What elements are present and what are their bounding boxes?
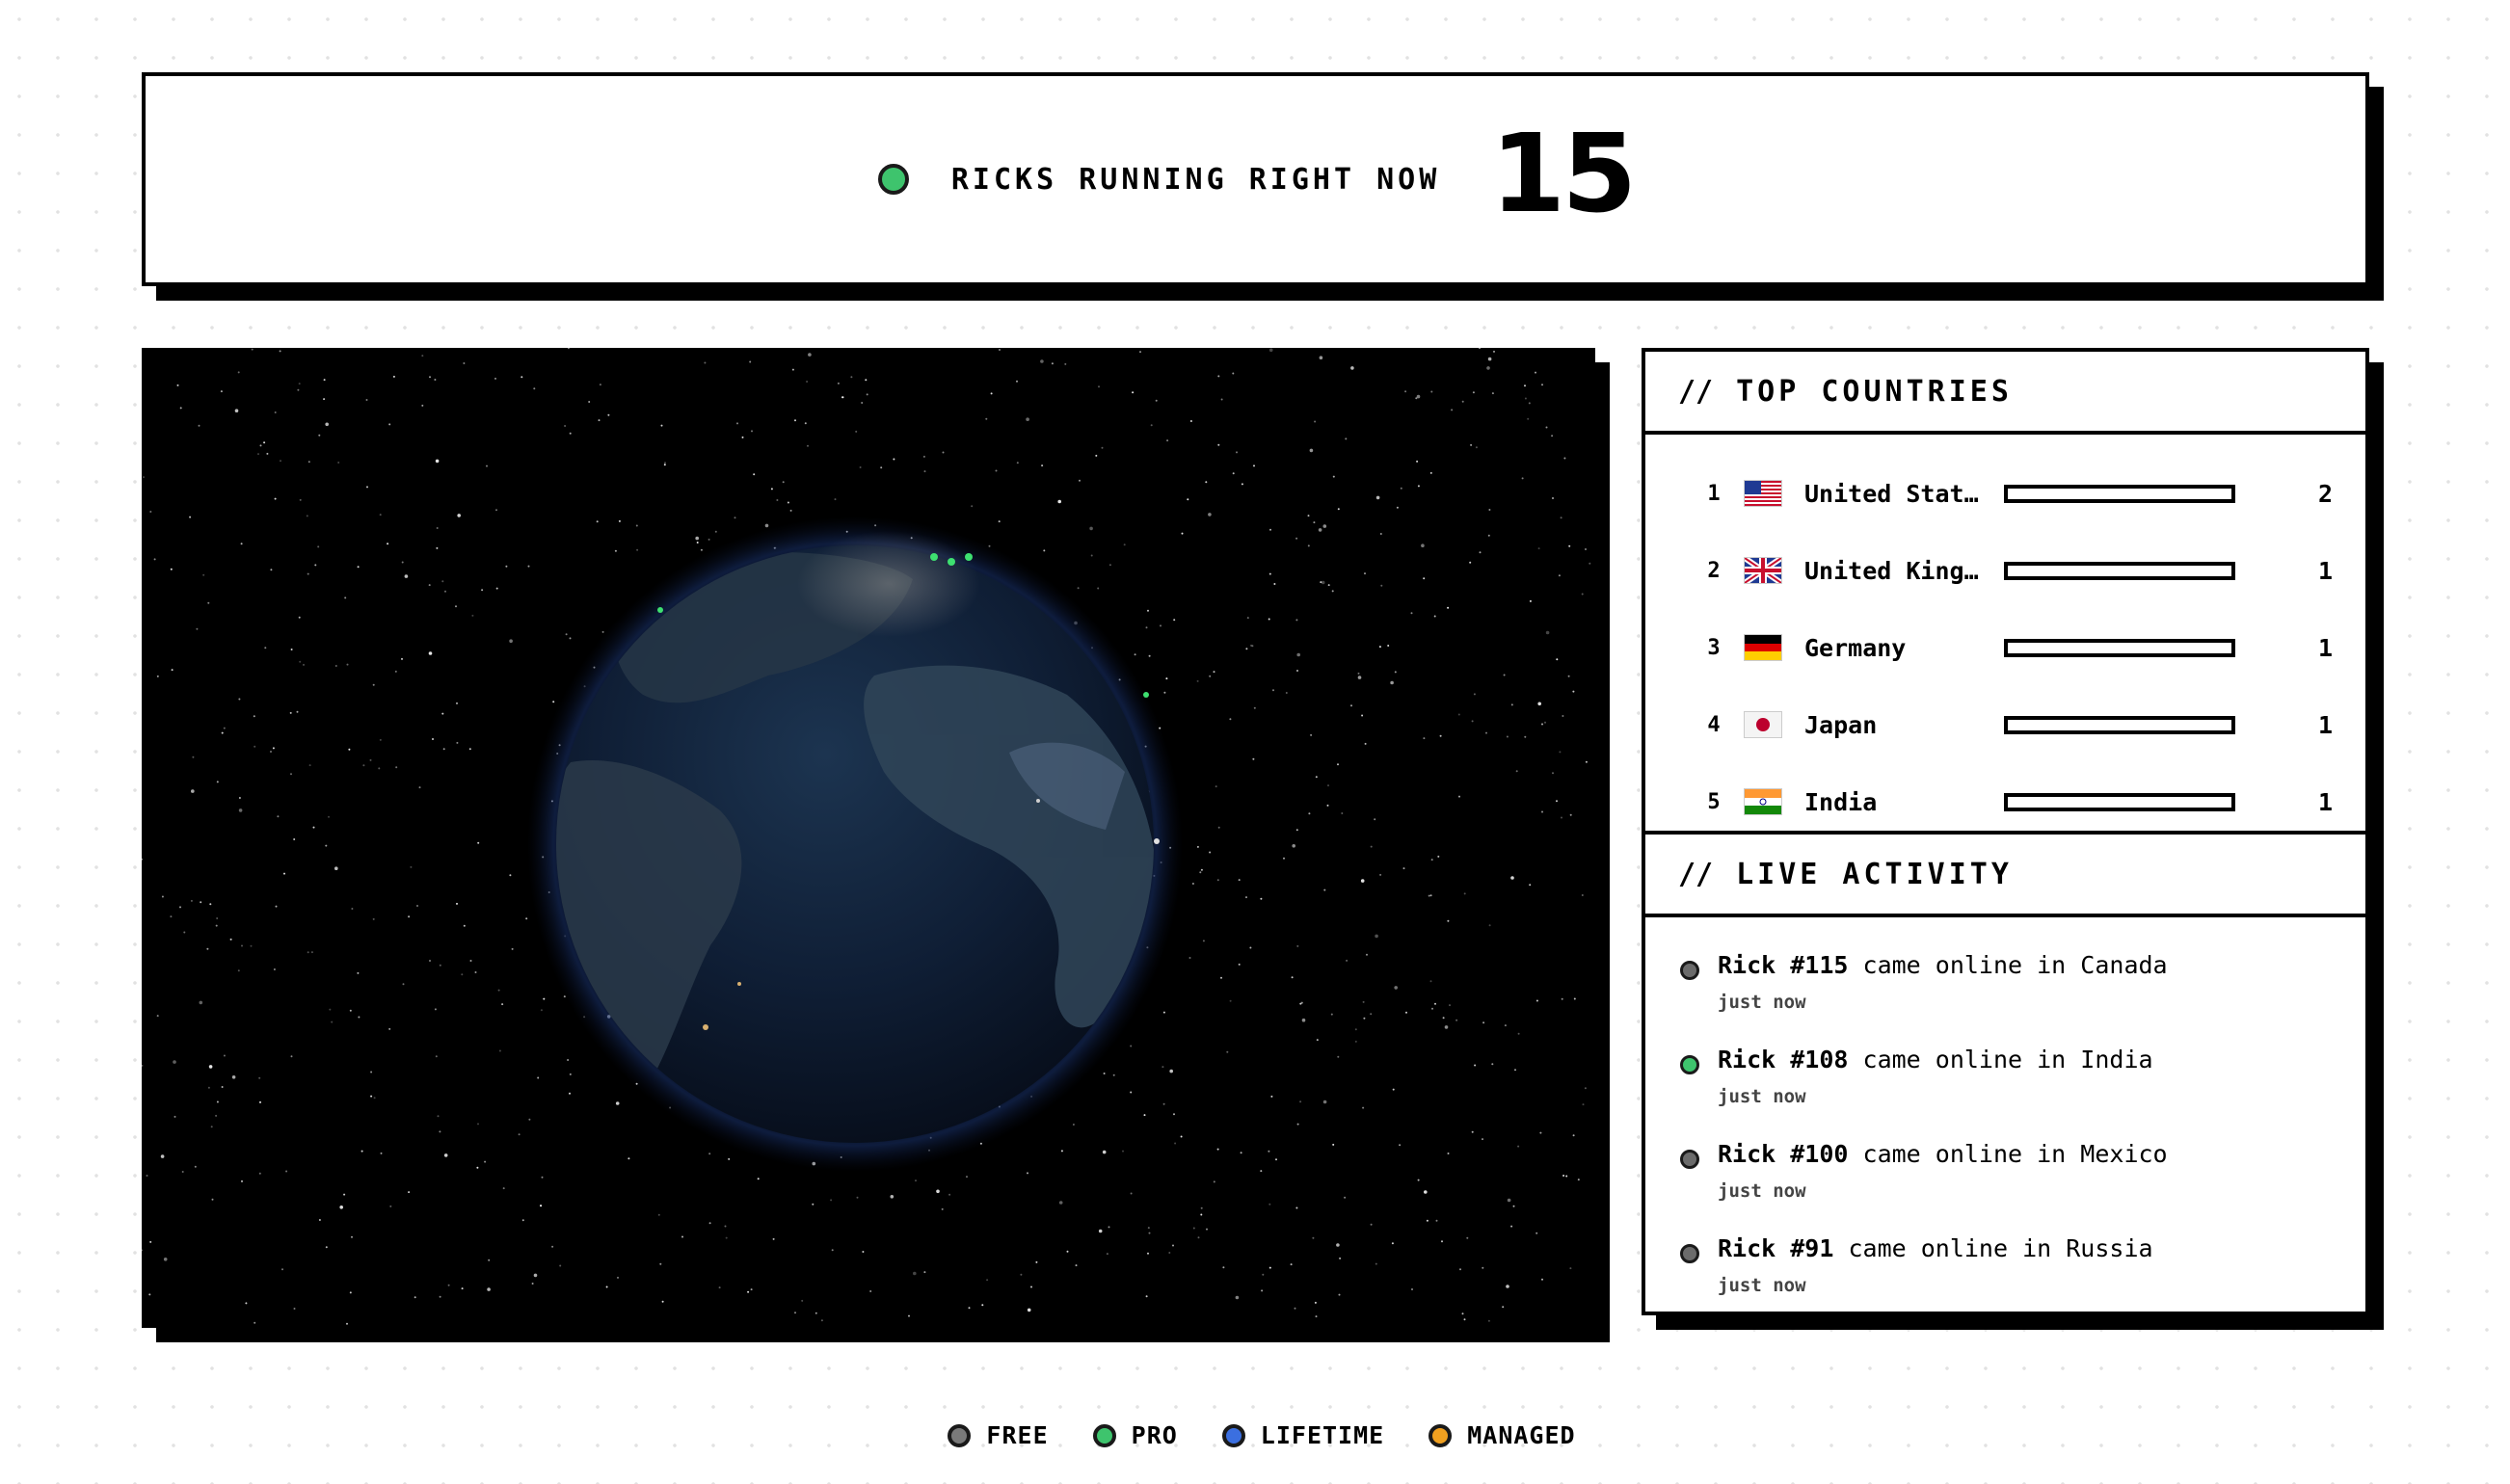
- rick-id: Rick #115: [1718, 951, 1849, 979]
- activity-text: came online in Russia: [1833, 1234, 2153, 1262]
- country-count: 1: [2317, 710, 2333, 739]
- activity-item: Rick #100 came online in Mexico just now: [1645, 1136, 2365, 1213]
- country-name: Germany: [1804, 633, 1907, 662]
- activity-message: Rick #115 came online in Canada: [1718, 951, 2168, 979]
- tier-dot-icon: [1680, 1055, 1699, 1074]
- legend-item-pro: PRO: [1092, 1421, 1178, 1449]
- country-count: 2: [2317, 479, 2333, 508]
- legend-item-lifetime: LIFETIME: [1221, 1421, 1385, 1449]
- tier-legend: FREE PRO LIFETIME MANAGED: [13, 1421, 2510, 1449]
- country-row: 5 India 1: [1645, 782, 2365, 821]
- live-activity-header: // LIVE ACTIVITY: [1645, 831, 2365, 917]
- legend-dot-icon: [948, 1423, 972, 1447]
- legend-dot-icon: [1221, 1423, 1245, 1447]
- country-name: United Stat…: [1804, 479, 1979, 508]
- activity-item: Rick #108 came online in India just now: [1645, 1042, 2365, 1119]
- country-name: Japan: [1804, 710, 1878, 739]
- country-rank: 2: [1707, 558, 1721, 583]
- country-row: 2 United King… 1: [1645, 551, 2365, 590]
- country-row: 1 United Stat… 2: [1645, 474, 2365, 513]
- activity-time: just now: [1718, 1180, 1806, 1202]
- legend-dot-icon: [1092, 1423, 1116, 1447]
- live-status-dot-icon: [877, 164, 909, 195]
- country-rank: 4: [1707, 712, 1721, 737]
- country-name: India: [1804, 787, 1878, 816]
- legend-dot-icon: [1429, 1423, 1453, 1447]
- activity-text: came online in Mexico: [1848, 1140, 2168, 1168]
- live-count-header: RICKS RUNNING RIGHT NOW 15: [142, 72, 2369, 286]
- section-slashes: //: [1678, 857, 1714, 891]
- activity-item: Rick #115 came online in Canada just now: [1645, 947, 2365, 1024]
- rick-id: Rick #108: [1718, 1046, 1849, 1073]
- tier-dot-icon: [1680, 1244, 1699, 1263]
- country-bar: [2004, 484, 2235, 503]
- country-count: 1: [2317, 556, 2333, 585]
- de-flag-icon: [1744, 634, 1782, 661]
- tier-dot-icon: [1680, 961, 1699, 980]
- country-bar: [2004, 715, 2235, 734]
- us-flag-icon: [1744, 480, 1782, 507]
- legend-item-managed: MANAGED: [1429, 1421, 1575, 1449]
- top-countries-title: TOP COUNTRIES: [1736, 374, 2013, 409]
- activity-message: Rick #100 came online in Mexico: [1718, 1140, 2168, 1168]
- activity-message: Rick #108 came online in India: [1718, 1046, 2153, 1073]
- legend-item-free: FREE: [948, 1421, 1048, 1449]
- legend-label: FREE: [986, 1421, 1049, 1449]
- stats-sidebar: // TOP COUNTRIES 1 United Stat… 2 2 United K…: [1642, 348, 2369, 1315]
- legend-label: MANAGED: [1467, 1421, 1576, 1449]
- country-rank: 1: [1707, 481, 1721, 506]
- uk-flag-icon: [1744, 557, 1782, 584]
- in-flag-icon: [1744, 788, 1782, 815]
- top-countries-header: // TOP COUNTRIES: [1645, 352, 2365, 435]
- rick-id: Rick #91: [1718, 1234, 1834, 1262]
- country-rank: 5: [1707, 789, 1721, 814]
- country-count: 1: [2317, 633, 2333, 662]
- globe-viewport[interactable]: [142, 348, 1595, 1328]
- rick-id: Rick #100: [1718, 1140, 1849, 1168]
- legend-label: LIFETIME: [1260, 1421, 1385, 1449]
- earth-globe-icon[interactable]: [142, 348, 1595, 1328]
- country-rank: 3: [1707, 635, 1721, 660]
- country-bar: [2004, 561, 2235, 580]
- country-row: 4 Japan 1: [1645, 705, 2365, 744]
- country-row: 3 Germany 1: [1645, 628, 2365, 667]
- activity-item: Rick #91 came online in Russia just now: [1645, 1231, 2365, 1308]
- country-bar: [2004, 792, 2235, 811]
- country-count: 1: [2317, 787, 2333, 816]
- legend-label: PRO: [1131, 1421, 1178, 1449]
- country-bar: [2004, 638, 2235, 657]
- activity-time: just now: [1718, 1275, 1806, 1296]
- country-name: United King…: [1804, 556, 1979, 585]
- live-activity-title: LIVE ACTIVITY: [1736, 857, 2013, 891]
- activity-text: came online in India: [1848, 1046, 2153, 1073]
- live-count-value: 15: [1490, 112, 1637, 237]
- activity-text: came online in Canada: [1848, 951, 2168, 979]
- activity-time: just now: [1718, 1086, 1806, 1107]
- activity-time: just now: [1718, 992, 1806, 1013]
- jp-flag-icon: [1744, 711, 1782, 738]
- tier-dot-icon: [1680, 1150, 1699, 1169]
- live-count-label: RICKS RUNNING RIGHT NOW: [950, 162, 1441, 197]
- activity-message: Rick #91 came online in Russia: [1718, 1234, 2153, 1262]
- section-slashes: //: [1678, 374, 1714, 409]
